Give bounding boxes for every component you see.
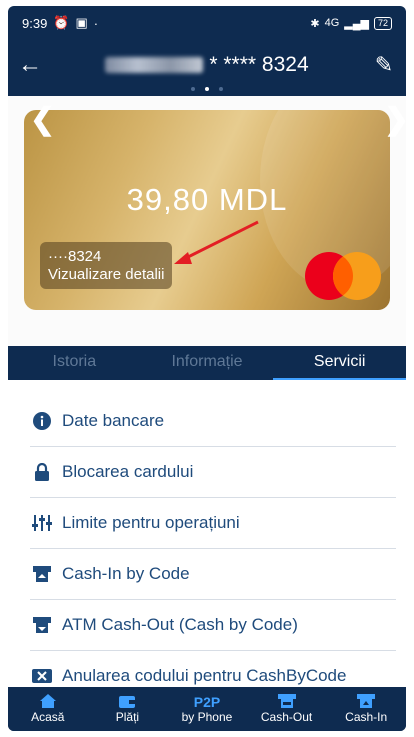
battery-level: 72 <box>373 16 392 30</box>
service-label: Anularea codului pentru CashByCode <box>62 666 347 685</box>
red-arrow-annotation <box>174 220 259 264</box>
cash-out-icon <box>277 694 296 710</box>
service-block-card[interactable]: Blocarea cardului <box>30 447 396 498</box>
alarm-icon: ⏰ <box>53 15 70 30</box>
service-atm-cash-out[interactable]: ATM Cash-Out (Cash by Code) <box>30 600 396 651</box>
masked-card-number: ····8324 <box>48 248 102 265</box>
p2p-icon: P2P <box>193 694 221 710</box>
tab-services[interactable]: Servicii <box>273 346 406 380</box>
service-cash-in-by-code[interactable]: Cash-In by Code <box>30 549 396 600</box>
pager-dot-active <box>205 87 209 91</box>
view-details-button[interactable]: ····8324 Vizualizare detalii <box>40 242 173 289</box>
service-label: Cash-In by Code <box>62 564 190 583</box>
notification-dot-icon: · <box>93 15 99 31</box>
tab-history[interactable]: Istoria <box>8 346 141 380</box>
service-bank-details[interactable]: Date bancare <box>30 396 396 447</box>
card-number-title: * **** 8324 <box>209 53 309 76</box>
card-pager-dots <box>8 78 406 96</box>
nav-home[interactable]: Acasă <box>8 687 88 731</box>
nav-cash-out[interactable]: Cash-Out <box>247 687 327 731</box>
status-bar: 9:39 ⏰ ▣ · ✱ 4G ▂▄▆ 72 <box>8 6 406 40</box>
cash-in-icon <box>30 564 54 584</box>
mastercard-logo <box>305 252 381 300</box>
nfc-icon: ▣ <box>75 15 88 30</box>
service-label: Blocarea cardului <box>62 462 194 481</box>
nav-cash-in[interactable]: Cash-In <box>326 687 406 731</box>
nav-label: Plăți <box>115 710 140 724</box>
lock-icon <box>30 462 54 482</box>
wallet-icon <box>119 694 136 710</box>
back-arrow-icon[interactable]: ← <box>8 51 52 79</box>
pager-dot <box>219 87 224 91</box>
pager-dot <box>190 87 195 91</box>
sliders-icon <box>30 513 54 533</box>
next-card-chevron-icon[interactable]: ❯ <box>384 102 406 137</box>
atm-icon <box>30 615 54 635</box>
service-label: ATM Cash-Out (Cash by Code) <box>62 615 298 634</box>
network-type: 4G <box>324 17 340 29</box>
nav-payments[interactable]: Plăți <box>88 687 168 731</box>
nav-p2p[interactable]: P2P by Phone <box>167 687 247 731</box>
service-label: Limite pentru operațiuni <box>62 513 240 532</box>
nav-label: by Phone <box>181 710 233 724</box>
service-limits[interactable]: Limite pentru operațiuni <box>30 498 396 549</box>
phone-screen: 9:39 ⏰ ▣ · ✱ 4G ▂▄▆ 72 ← * **** 8324 ✎ ❮… <box>8 6 406 731</box>
bluetooth-icon: ✱ <box>310 17 320 30</box>
status-time: 9:39 <box>22 15 48 31</box>
view-details-label: Vizualizare detalii <box>48 266 165 283</box>
card-title: * **** 8324 <box>52 53 362 77</box>
home-icon <box>39 694 56 710</box>
services-list: Date bancare Blocarea cardului Limite pe… <box>8 380 406 693</box>
blurred-card-name <box>105 57 204 73</box>
edit-pencil-icon[interactable]: ✎ <box>362 52 406 78</box>
tab-information[interactable]: Informație <box>141 346 274 380</box>
info-icon <box>30 411 54 431</box>
nav-label: Cash-In <box>345 710 388 724</box>
nav-label: Acasă <box>31 710 65 724</box>
signal-icon: ▂▄▆ <box>344 17 369 30</box>
card-balance: 39,80 MDL <box>126 182 288 217</box>
nav-label: Cash-Out <box>260 710 313 724</box>
service-label: Date bancare <box>62 411 165 430</box>
section-tabs: Istoria Informație Servicii <box>8 346 406 380</box>
cancel-code-icon <box>30 666 54 686</box>
bottom-navigation: Acasă Plăți P2P by Phone Cash-Out Cash-I… <box>8 687 406 731</box>
cash-in-icon <box>357 694 376 710</box>
previous-card-chevron-icon[interactable]: ❮ <box>30 102 55 137</box>
